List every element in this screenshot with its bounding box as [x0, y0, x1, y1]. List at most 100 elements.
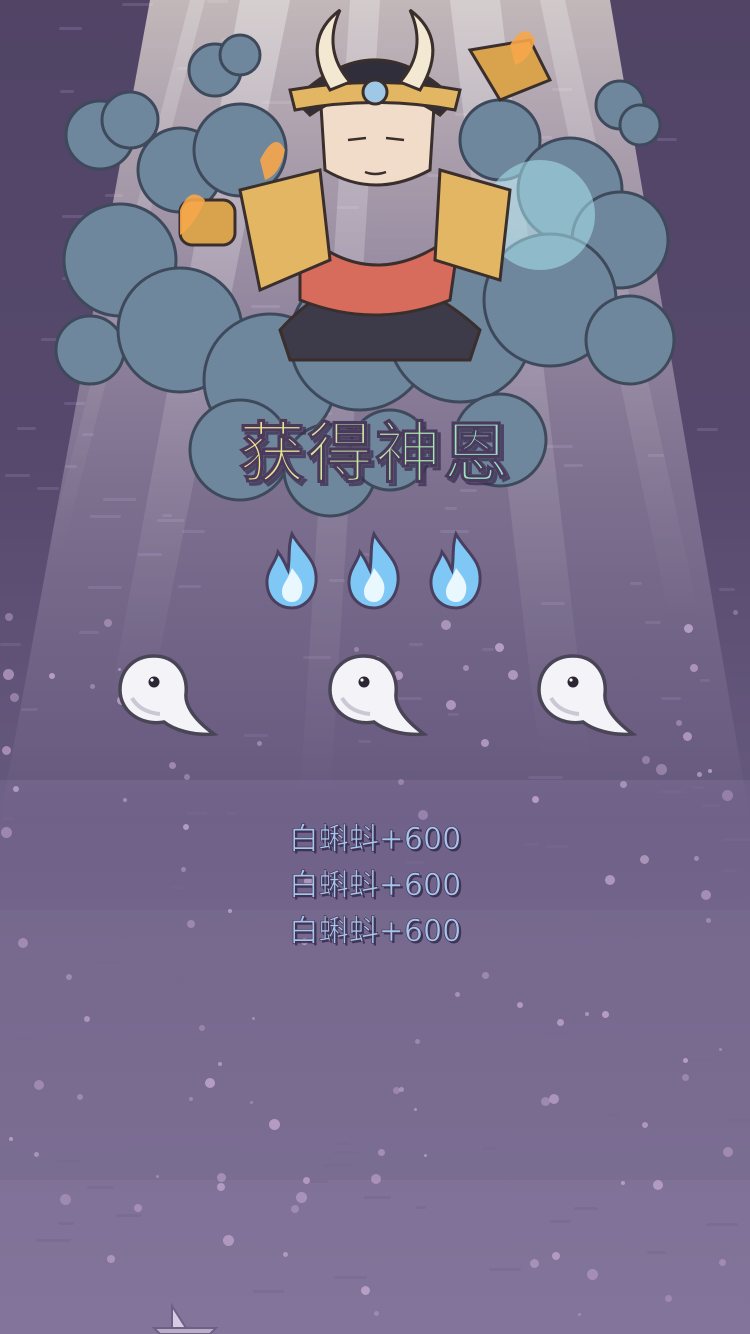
- wall-brick-mark: [511, 1010, 523, 1013]
- boat-icon: [151, 1302, 219, 1334]
- wall-brick-mark: [172, 980, 185, 983]
- dust-particle: [223, 1235, 234, 1246]
- wall-brick-mark: [606, 1113, 619, 1116]
- wall-brick-mark: [528, 776, 563, 779]
- dust-particle: [690, 664, 698, 672]
- dust-particle: [665, 1295, 672, 1302]
- wall-brick-mark: [647, 1251, 666, 1254]
- wall-brick-mark: [550, 1220, 571, 1223]
- dust-particle: [541, 1097, 550, 1106]
- dust-particle: [252, 1017, 255, 1020]
- dust-particle: [482, 972, 489, 979]
- dust-particle: [508, 670, 518, 680]
- dust-particle: [398, 779, 404, 785]
- reward-line: 白蝌蚪+600: [288, 822, 462, 858]
- wall-brick-mark: [574, 1207, 598, 1210]
- wall-brick-mark: [547, 1032, 570, 1035]
- dust-particle: [10, 693, 19, 702]
- wall-brick-mark: [692, 786, 705, 789]
- dust-particle: [107, 1255, 115, 1263]
- background-floor-band: [0, 910, 750, 1180]
- dust-particle: [684, 624, 693, 633]
- wall-brick-mark: [169, 976, 186, 979]
- dust-particle: [585, 1012, 589, 1016]
- dust-particle: [722, 790, 733, 801]
- wall-brick-mark: [448, 713, 459, 716]
- dust-particle: [578, 1313, 581, 1316]
- wall-brick-mark: [88, 586, 122, 589]
- wall-brick-mark: [416, 1206, 426, 1209]
- dust-particle: [303, 1177, 310, 1184]
- wall-brick-mark: [482, 1147, 497, 1150]
- dust-particle: [532, 796, 539, 803]
- wall-brick-mark: [79, 631, 99, 634]
- wall-brick-mark: [726, 1119, 750, 1122]
- dust-particle: [602, 1011, 609, 1018]
- dust-particle: [9, 1137, 13, 1141]
- wall-brick-mark: [541, 602, 565, 605]
- dust-particle: [49, 673, 55, 679]
- wall-brick-mark: [58, 1222, 74, 1225]
- dust-particle: [2, 746, 11, 755]
- wall-brick-mark: [334, 1276, 367, 1279]
- dust-particle: [446, 700, 456, 710]
- dust-particle: [719, 1259, 726, 1266]
- wall-brick-mark: [87, 1186, 114, 1189]
- dust-particle: [683, 1058, 688, 1063]
- dust-particle: [90, 684, 95, 689]
- dust-particle: [697, 772, 702, 777]
- dust-particle: [34, 1080, 44, 1090]
- wall-brick-mark: [700, 679, 710, 682]
- dust-particle: [530, 1259, 539, 1268]
- dust-particle: [653, 1180, 663, 1190]
- dust-particle: [399, 1087, 404, 1092]
- dust-particle: [517, 1002, 523, 1008]
- wall-brick-mark: [482, 648, 494, 651]
- dust-particle: [189, 1097, 193, 1101]
- dust-particle: [66, 974, 72, 980]
- dust-particle: [156, 1175, 159, 1178]
- dust-particle: [77, 1094, 83, 1100]
- dust-particle: [676, 720, 682, 726]
- wall-brick-mark: [661, 697, 681, 700]
- wall-brick-mark: [244, 734, 268, 737]
- dust-particle: [549, 1094, 559, 1104]
- dust-particle: [455, 992, 460, 997]
- white-tadpole-spirit-icon: [537, 654, 637, 737]
- dust-particle: [733, 610, 738, 615]
- dust-particle: [557, 1019, 564, 1026]
- wall-brick-mark: [0, 643, 21, 646]
- dust-particle: [708, 769, 712, 773]
- white-tadpole-spirit-icon: [118, 654, 218, 737]
- wall-brick-mark: [36, 1239, 71, 1242]
- reward-line: 白蝌蚪+600: [288, 868, 462, 904]
- dust-particle: [495, 643, 504, 652]
- blue-flame-icon: [347, 530, 400, 610]
- wall-brick-mark: [6, 998, 27, 1001]
- dust-particle: [682, 1074, 689, 1081]
- dust-particle: [5, 613, 13, 621]
- wall-brick-mark: [336, 1142, 348, 1145]
- wall-brick-mark: [690, 1059, 710, 1062]
- dust-particle: [642, 1122, 648, 1128]
- dust-particle: [217, 1173, 226, 1182]
- dust-particle: [481, 739, 489, 747]
- wall-brick-mark: [178, 585, 201, 588]
- wall-brick-mark: [116, 1214, 142, 1217]
- dust-particle: [283, 1252, 288, 1257]
- dust-particle: [361, 1286, 370, 1295]
- dust-particle: [378, 1149, 385, 1156]
- dust-particle: [269, 1119, 280, 1130]
- dust-particle: [257, 741, 262, 746]
- blue-flame-icon: [429, 530, 482, 610]
- dust-particle: [719, 1048, 722, 1051]
- dust-particle: [291, 1205, 299, 1213]
- dust-particle: [587, 1269, 598, 1280]
- dust-particle: [371, 1174, 381, 1184]
- wall-brick-mark: [138, 553, 162, 556]
- dust-particle: [642, 756, 650, 764]
- dust-particle: [34, 1152, 39, 1157]
- wall-brick-mark: [662, 790, 682, 793]
- wall-brick-mark: [21, 708, 38, 711]
- wall-brick-mark: [57, 1160, 82, 1163]
